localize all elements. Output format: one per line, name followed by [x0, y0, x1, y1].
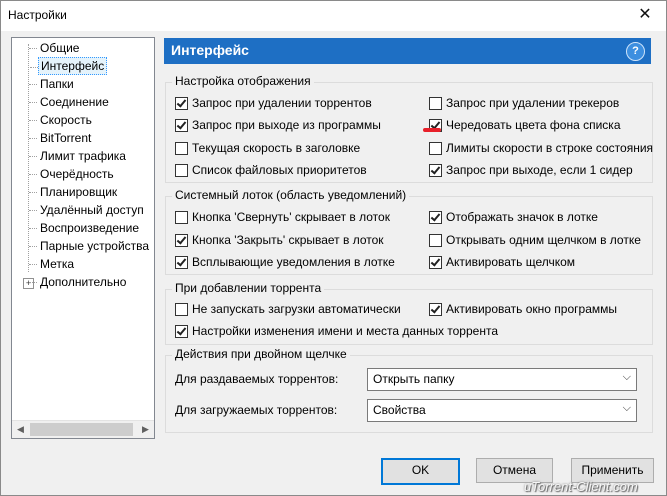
checkbox-box[interactable] — [175, 97, 188, 110]
checkbox-box[interactable] — [175, 119, 188, 132]
sidebar-item-advanced[interactable]: Дополнительно — [28, 273, 128, 291]
expand-plus-icon[interactable]: + — [23, 278, 34, 289]
scroll-right-icon[interactable]: ▶ — [137, 421, 154, 438]
checkbox-label: Настройки изменения имени и места данных… — [192, 324, 498, 338]
checkbox-label: Запрос при выходе из программы — [192, 118, 381, 132]
checkbox-label: Всплывающие уведомления в лотке — [192, 255, 395, 269]
downloading-action-label: Для загружаемых торрентов: — [175, 403, 338, 417]
sidebar-item-playback[interactable]: Воспроизведение — [28, 219, 141, 237]
checkbox-box[interactable] — [175, 303, 188, 316]
sidebar-item-traffic-limit[interactable]: Лимит трафика — [29, 147, 128, 165]
seeding-action-select[interactable]: Открыть папку ⌵ — [367, 368, 637, 391]
checkbox-box[interactable] — [429, 142, 442, 155]
checkbox-label: Активировать щелчком — [446, 255, 576, 269]
checkbox-label: Активировать окно программы — [446, 302, 617, 316]
tree-lines — [28, 44, 37, 272]
checkbox-box[interactable] — [175, 164, 188, 177]
ok-button[interactable]: OK — [381, 458, 460, 485]
seeding-action-label: Для раздаваемых торрентов: — [175, 372, 339, 386]
section-title: Интерфейс — [171, 42, 249, 58]
horizontal-scrollbar[interactable]: ◀ ▶ — [12, 420, 154, 438]
sidebar-item-paired-devices[interactable]: Парные устройства — [28, 237, 151, 255]
sidebar-item-scheduler[interactable]: Планировщик — [28, 183, 119, 201]
window-title: Настройки — [8, 8, 67, 22]
chevron-down-icon: ⌵ — [622, 371, 631, 383]
checkbox-box[interactable] — [429, 97, 442, 110]
chevron-down-icon: ⌵ — [622, 402, 631, 414]
sidebar-item-remote-access[interactable]: Удалённый доступ — [29, 201, 146, 219]
checkbox-label: Запрос при выходе, если 1 сидер — [446, 163, 633, 177]
checkbox-box[interactable] — [429, 211, 442, 224]
title-bar: Настройки ✕ — [1, 1, 666, 31]
scrollbar-thumb[interactable] — [30, 423, 133, 436]
downloading-action-select[interactable]: Свойства ⌵ — [367, 399, 637, 422]
checkbox-label: Кнопка 'Закрыть' скрывает в лоток — [192, 233, 384, 247]
checkbox-box[interactable] — [429, 164, 442, 177]
checkbox-label: Кнопка 'Свернуть' скрывает в лоток — [192, 210, 390, 224]
checkbox-label: Список файловых приоритетов — [192, 163, 367, 177]
select-value: Свойства — [373, 403, 426, 417]
scroll-left-icon[interactable]: ◀ — [12, 421, 29, 438]
checkbox-box[interactable] — [429, 234, 442, 247]
checkbox-box[interactable] — [175, 325, 188, 338]
sidebar-item-queueing[interactable]: Очерёдность — [29, 165, 116, 183]
checkbox-label: Отображать значок в лотке — [446, 210, 598, 224]
checkbox-box[interactable] — [175, 256, 188, 269]
red-highlight-mark — [423, 128, 441, 132]
checkbox-label: Чередовать цвета фона списка — [446, 118, 621, 132]
sidebar-item-general[interactable]: Общие — [28, 39, 81, 57]
settings-tree: Общие Интерфейс Папки Соединение Скорост… — [11, 37, 155, 439]
checkbox-box[interactable] — [175, 234, 188, 247]
checkbox-label: Текущая скорость в заголовке — [192, 141, 361, 155]
group-title: Действия при двойном щелчке — [172, 347, 350, 361]
sidebar-item-bittorrent[interactable]: BitTorrent — [28, 129, 93, 147]
group-title: При добавлении торрента — [172, 281, 325, 295]
group-title: Системный лоток (область уведомлений) — [172, 188, 410, 202]
select-value: Открыть папку — [373, 372, 455, 386]
sidebar-item-speed[interactable]: Скорость — [29, 111, 94, 129]
sidebar-item-folders[interactable]: Папки — [29, 75, 76, 93]
checkbox-box[interactable] — [429, 303, 442, 316]
section-header: Интерфейс ? — [164, 38, 651, 64]
settings-window: Настройки ✕ Общие Интерфейс Папки Соедин… — [0, 0, 667, 496]
checkbox-box[interactable] — [175, 142, 188, 155]
checkbox-label: Лимиты скорости в строке состояния — [446, 141, 654, 155]
checkbox-label: Запрос при удалении торрентов — [192, 96, 372, 110]
sidebar-item-connection[interactable]: Соединение — [29, 93, 111, 111]
checkbox-label: Запрос при удалении трекеров — [446, 96, 620, 110]
checkbox-label: Не запускать загрузки автоматически — [192, 302, 401, 316]
checkbox-box[interactable] — [429, 256, 442, 269]
sidebar-item-label[interactable]: Метка — [28, 255, 76, 273]
watermark: uTorrent-Client.com — [524, 479, 638, 494]
checkbox-label: Открывать одним щелчком в лотке — [446, 233, 641, 247]
checkbox-box[interactable] — [175, 211, 188, 224]
group-title: Настройка отображения — [172, 74, 314, 88]
close-icon[interactable]: ✕ — [624, 1, 666, 31]
help-icon[interactable]: ? — [626, 42, 645, 61]
sidebar-item-interface[interactable]: Интерфейс — [29, 57, 108, 75]
